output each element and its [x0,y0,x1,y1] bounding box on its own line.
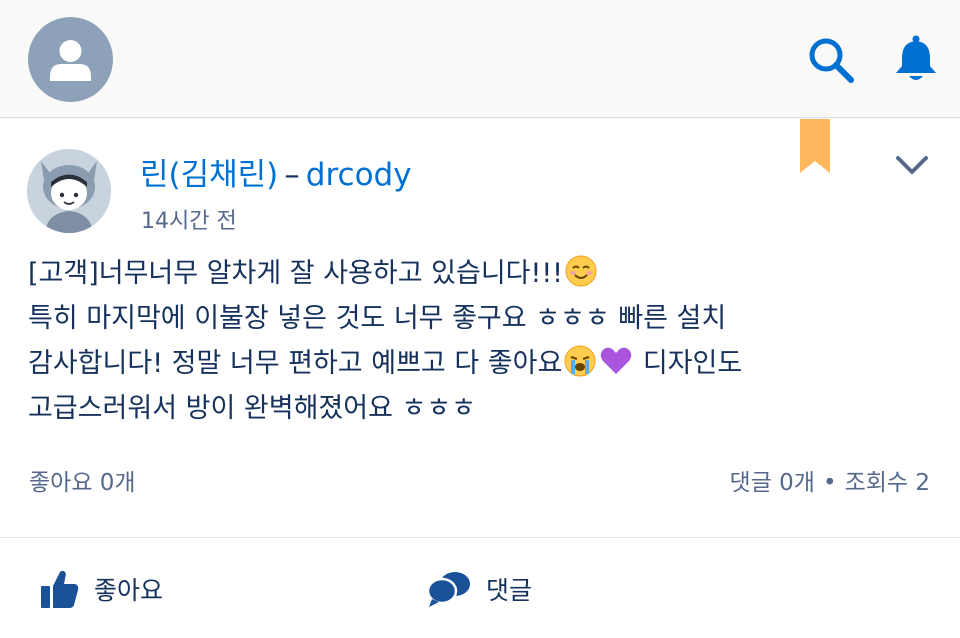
bell-icon[interactable] [890,34,942,84]
post-body-line-1: [고객]너무너무 알차게 잘 사용하고 있습니다!!! [28,258,563,289]
search-icon[interactable] [806,36,856,84]
post-body-line-3: 감사합니다! 정말 너무 편하고 예쁘고 다 좋아요 [28,348,563,379]
chevron-down-icon[interactable] [893,151,931,179]
author-name-link[interactable]: 린(김채린) [140,157,278,193]
thumbs-up-icon [41,570,79,608]
comments-count[interactable]: 댓글 0개 [730,470,815,496]
post-timestamp[interactable]: 14시간 전 [141,203,237,235]
stats-dot: • [822,470,837,496]
comments-views-stats: 댓글 0개 • 조회수 2 [730,463,930,497]
group-name-link[interactable]: drcody [306,157,412,193]
post-body-line: 감사합니다! 정말 너무 편하고 예쁘고 다 좋아요 디자인도 [28,341,928,386]
post-body-line: [고객]너무너무 알차게 잘 사용하고 있습니다!!! [28,251,928,296]
action-bar: 좋아요 댓글 [0,538,960,638]
likes-count[interactable]: 좋아요 0개 [29,463,136,497]
post-body: [고객]너무너무 알차게 잘 사용하고 있습니다!!! 특히 마지막에 이불장 … [28,251,928,431]
post-body-line-2: 특히 마지막에 이불장 넣은 것도 너무 좋구요 ㅎㅎㅎ 빠른 설치 [28,303,727,334]
feed-post: 린(김채린) – drcody 14시간 전 [고객]너무너무 알차게 잘 사용하고… [0,119,960,537]
purple-heart-emoji-icon [599,344,633,378]
views-count: 조회수 2 [844,470,930,496]
post-body-line: 특히 마지막에 이불장 넣은 것도 너무 좋구요 ㅎㅎㅎ 빠른 설치 [28,296,928,341]
like-button-label: 좋아요 [94,576,164,605]
comment-button[interactable]: 댓글 [426,566,532,612]
smiling-face-emoji-icon [564,254,598,288]
post-body-line-3b: 디자인도 [642,348,743,379]
post-body-line-4: 고급스러워서 방이 완벽해졌어요 ㅎㅎㅎ [28,393,477,424]
user-avatar-icon[interactable] [28,17,113,102]
post-body-line: 고급스러워서 방이 완벽해졌어요 ㅎㅎㅎ [28,386,928,431]
comment-bubbles-icon [426,572,470,607]
crying-face-emoji-icon [563,344,597,378]
author-avatar[interactable] [27,149,111,233]
author-separator: – [284,157,300,193]
like-button[interactable]: 좋아요 [40,566,163,612]
comment-button-label: 댓글 [486,576,533,605]
author-line: 린(김채린) – drcody [140,149,412,194]
bookmark-icon[interactable] [800,119,830,173]
top-bar [0,0,960,118]
post-stats: 좋아요 0개 댓글 0개 • 조회수 2 [0,459,960,499]
